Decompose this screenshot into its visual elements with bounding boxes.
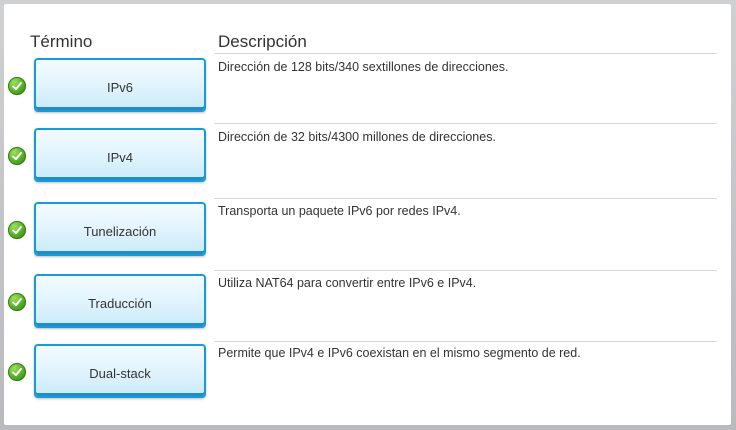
check-circle-icon — [8, 221, 26, 239]
description-dual-stack: Permite que IPv4 e IPv6 coexistan en el … — [218, 346, 581, 360]
term-button-ipv6[interactable]: IPv6 — [34, 58, 206, 112]
description-ipv6: Dirección de 128 bits/340 sextillones de… — [218, 60, 509, 74]
row-divider — [214, 341, 717, 342]
term-button-traduccion[interactable]: Traducción — [34, 274, 206, 328]
row-divider — [214, 53, 717, 54]
term-button-dual-stack[interactable]: Dual-stack — [34, 344, 206, 398]
term-button-tunelizacion[interactable]: Tunelización — [34, 202, 206, 256]
description-tunelizacion: Transporta un paquete IPv6 por redes IPv… — [218, 204, 461, 218]
check-circle-icon — [8, 147, 26, 165]
description-traduccion: Utiliza NAT64 para convertir entre IPv6 … — [218, 276, 477, 290]
description-column-header: Descripción — [218, 32, 307, 51]
term-button-ipv4[interactable]: IPv4 — [34, 128, 206, 182]
matching-activity-panel: Término Descripción IPv6 Dirección de 12… — [4, 4, 731, 425]
description-ipv4: Dirección de 32 bits/4300 millones de di… — [218, 130, 496, 144]
row-divider — [214, 198, 717, 199]
check-circle-icon — [8, 293, 26, 311]
check-circle-icon — [8, 77, 26, 95]
row-divider — [214, 123, 717, 124]
row-divider — [214, 270, 717, 271]
window-frame: Término Descripción IPv6 Dirección de 12… — [0, 0, 736, 430]
check-circle-icon — [8, 363, 26, 381]
term-column-header: Término — [30, 32, 93, 51]
